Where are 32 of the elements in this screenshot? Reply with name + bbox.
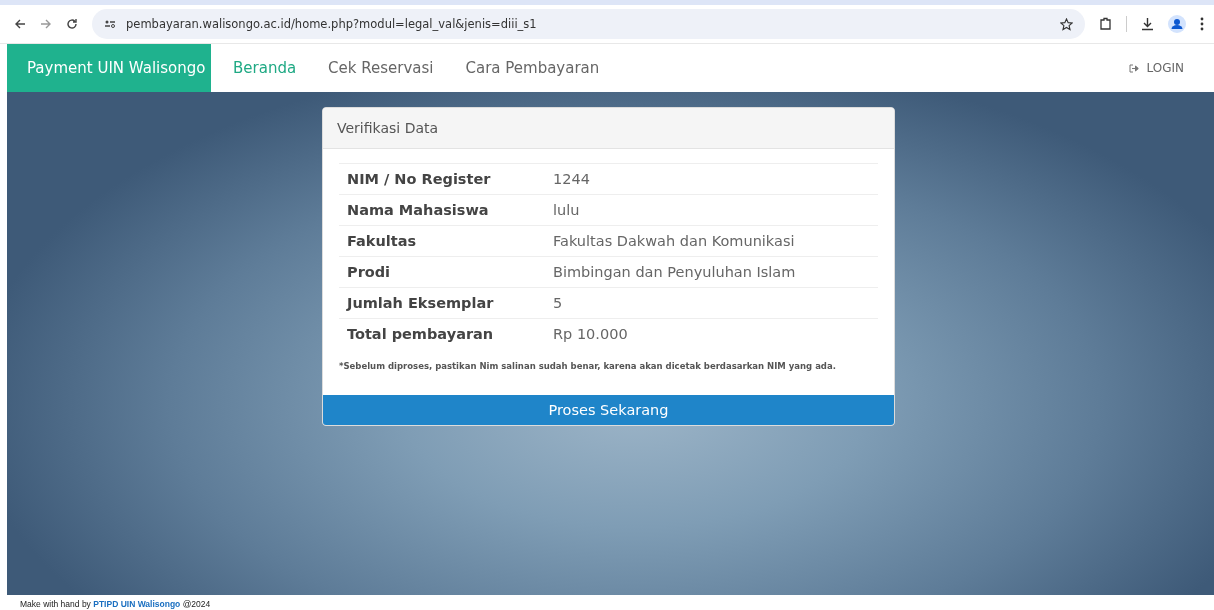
nav-link[interactable]: Cara Pembayaran: [461, 55, 604, 81]
field-label: Prodi: [339, 256, 545, 288]
url-text: pembayaran.walisongo.ac.id/home.php?modul=legal_val&jenis=diii_s1: [126, 17, 537, 31]
site-settings-icon[interactable]: [104, 19, 116, 29]
field-label: Jumlah Eksemplar: [339, 287, 545, 319]
back-icon[interactable]: [14, 18, 26, 30]
field-value: Bimbingan dan Penyuluhan Islam: [545, 256, 878, 288]
menu-icon[interactable]: [1200, 17, 1204, 31]
field-value: lulu: [545, 194, 878, 226]
address-bar[interactable]: pembayaran.walisongo.ac.id/home.php?modul=legal_val&jenis=diii_s1: [92, 9, 1085, 39]
reload-icon[interactable]: [66, 18, 78, 30]
footer-text: Make with hand by PTIPD UIN Walisongo @2024: [20, 599, 211, 609]
star-icon[interactable]: [1060, 17, 1073, 31]
footer-link[interactable]: PTIPD UIN Walisongo: [93, 599, 181, 609]
card-title: Verifikasi Data: [323, 108, 894, 149]
field-value: 1244: [545, 163, 878, 195]
field-label: Fakultas: [339, 225, 545, 257]
download-icon[interactable]: [1141, 17, 1154, 31]
field-value: 5: [545, 287, 878, 319]
field-value: Fakultas Dakwah dan Komunikasi: [545, 225, 878, 257]
forward-icon[interactable]: [40, 18, 52, 30]
note-text: *Sebelum diproses, pastikan Nim salinan sudah benar, karena akan dicetak berdasarkan NIM yang ada.: [339, 361, 837, 371]
sign-in-icon: [1129, 63, 1141, 73]
nav-link[interactable]: Cek Reservasi: [324, 55, 438, 81]
field-label: Total pembayaran: [339, 318, 545, 349]
process-button[interactable]: Proses Sekarang: [323, 395, 894, 425]
field-label: NIM / No Register: [339, 163, 545, 195]
login-link[interactable]: LOGIN: [1125, 44, 1188, 92]
profile-icon[interactable]: [1168, 15, 1186, 33]
field-label: Nama Mahasiswa: [339, 194, 545, 226]
nav-link[interactable]: Beranda: [229, 55, 301, 81]
field-value: Rp 10.000: [545, 318, 878, 349]
